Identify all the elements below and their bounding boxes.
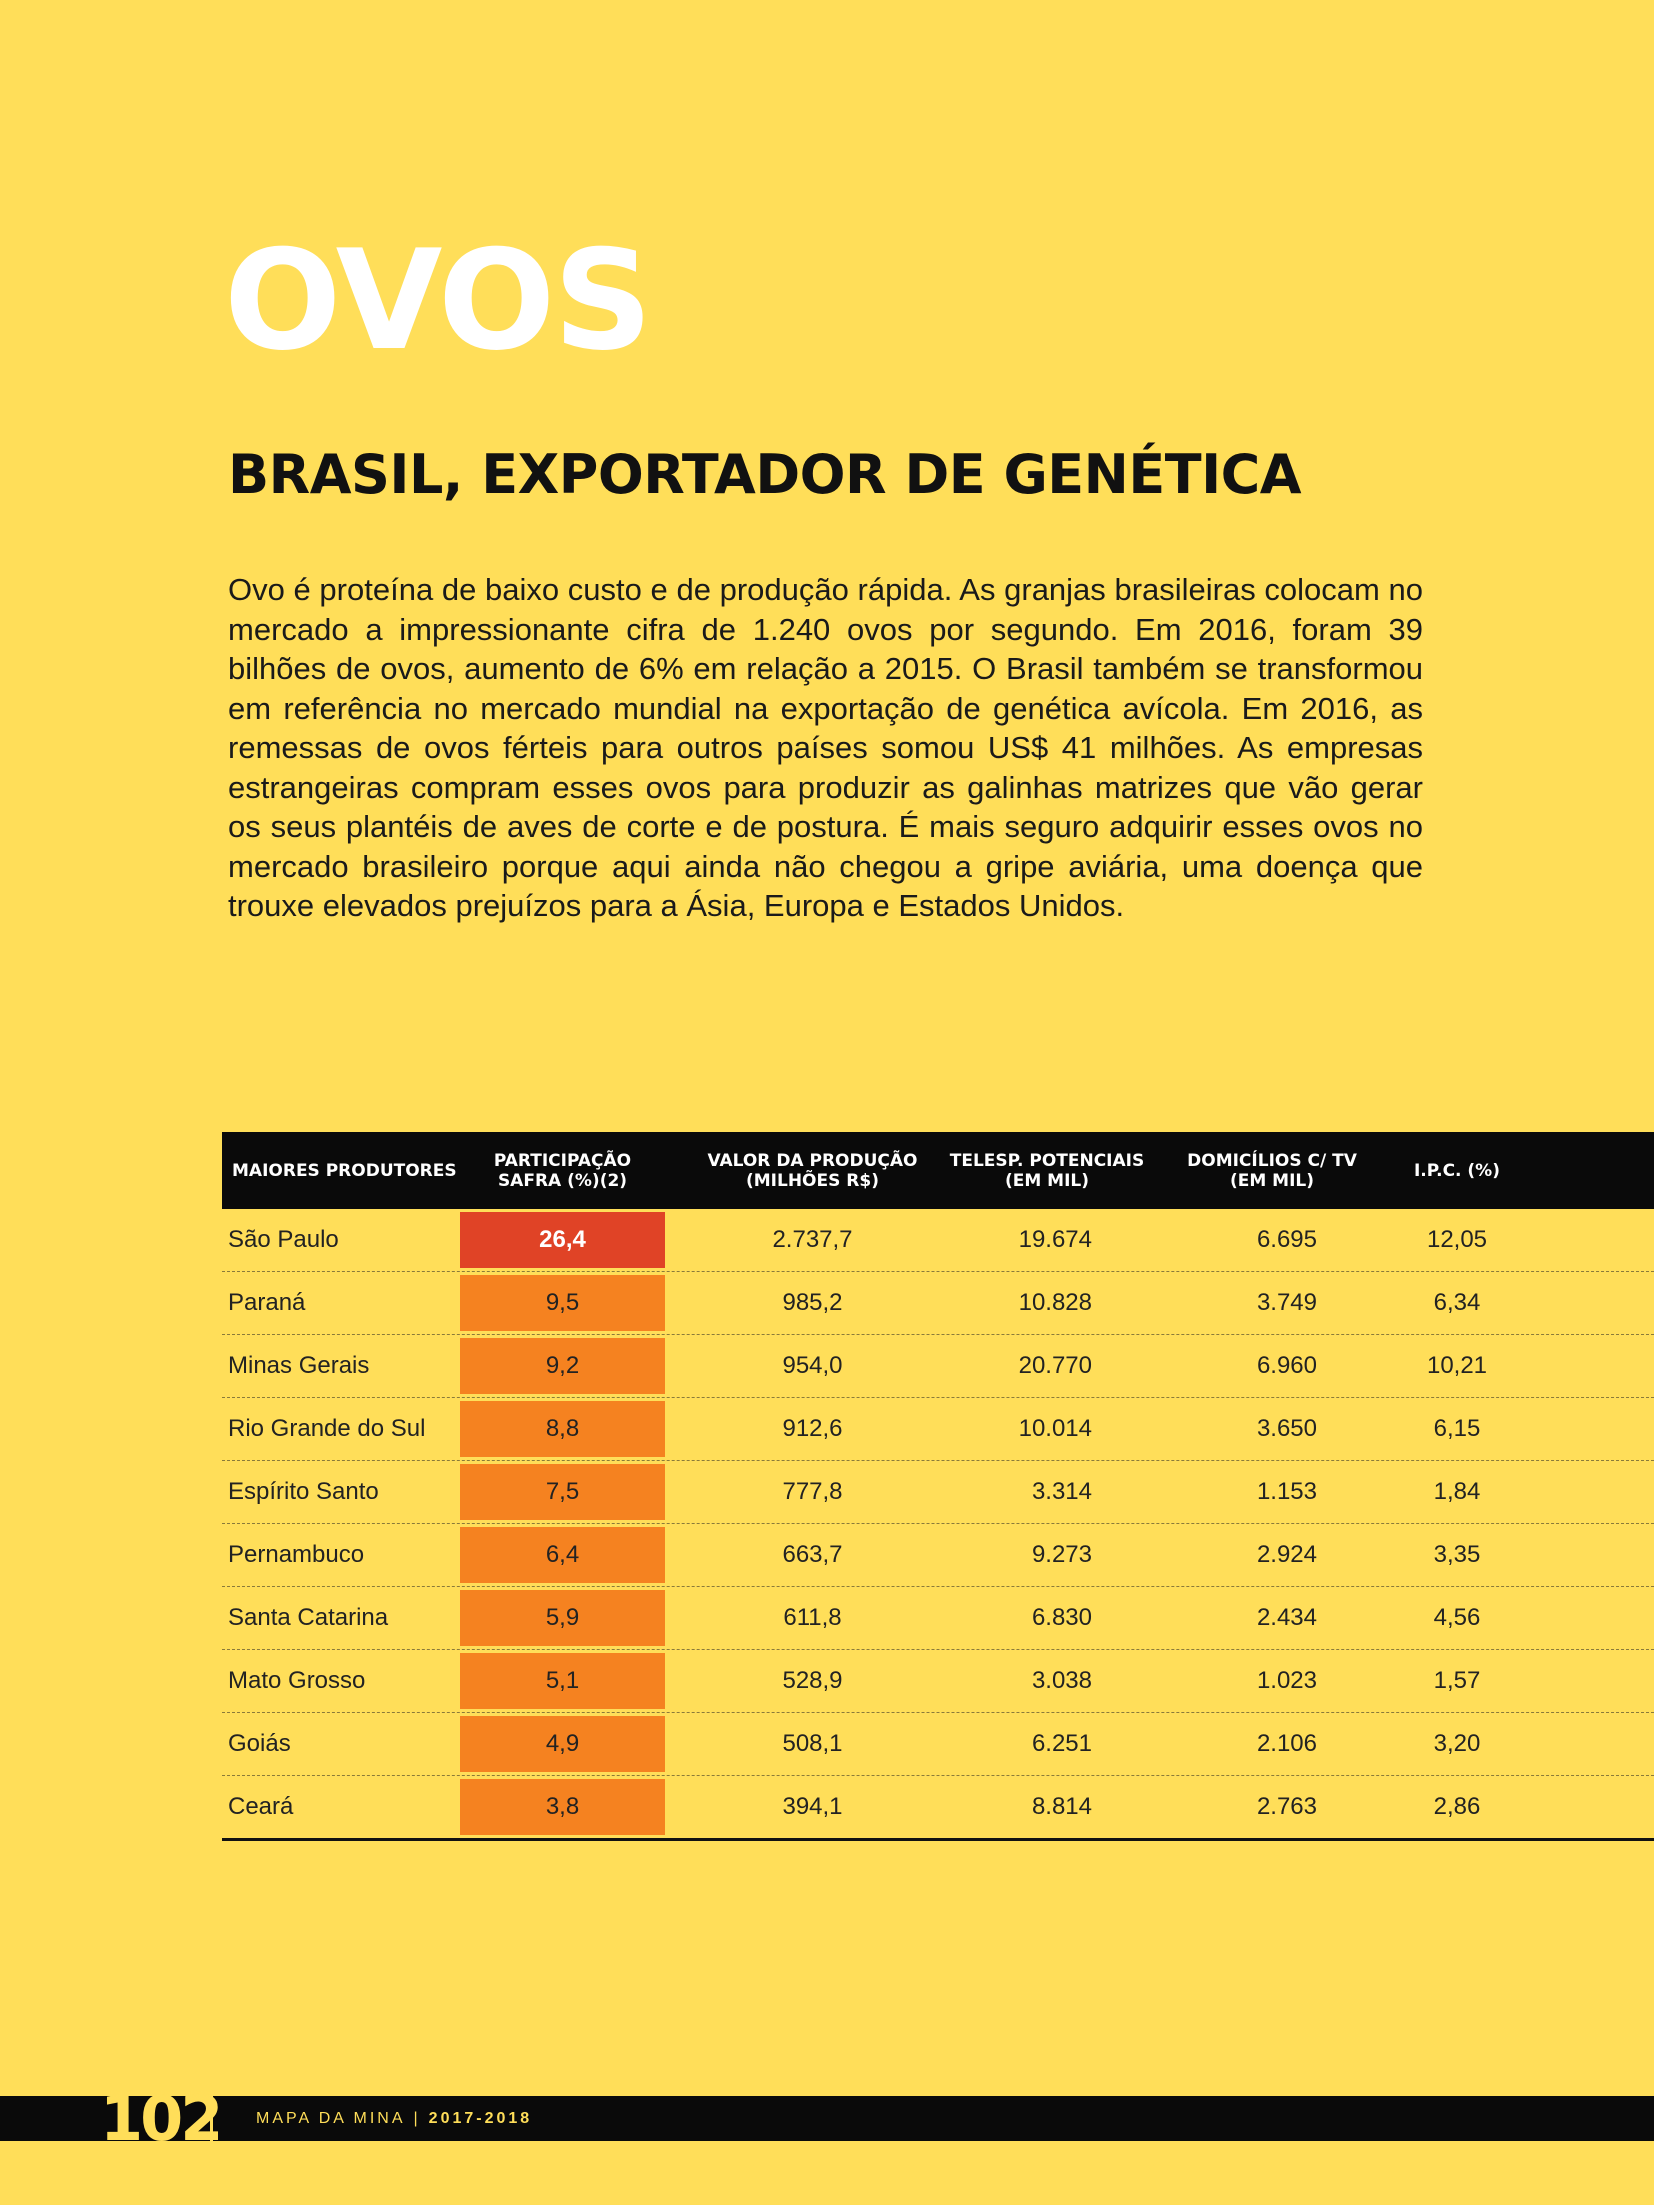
cell-telesp-potenciais: 3.038 [1031,1667,1092,1694]
publication-separator: | [413,2109,421,2127]
cell-ipc: 2,86 [1433,1793,1481,1820]
header-valor-producao: VALOR DA PRODUÇÃO (MILHÕES R$) [707,1150,918,1191]
cell-telesp-potenciais: 6.830 [1031,1604,1092,1631]
table-row: Rio Grande do Sul 8,8 912,6 10.014 3.650 6,15 [222,1398,1654,1461]
table-body: São Paulo 26,4 2.737,7 19.674 6.695 12,05 Para… [222,1209,1654,1838]
page-number: 102 [100,2082,223,2155]
table-row: Ceará 3,8 394,1 8.814 2.763 2,86 [222,1776,1654,1838]
footer-bar [0,2096,1654,2141]
publication-name: MAPA DA MINA [256,2109,406,2127]
cell-participacao-safra: 26,4 [460,1212,665,1268]
cell-ipc: 3,20 [1433,1730,1481,1757]
cell-domicilios-tv: 6.695 [1256,1226,1317,1253]
cell-valor-producao: 394,1 [782,1793,843,1820]
footer-publication: MAPA DA MINA | 2017-2018 [256,2096,532,2141]
cell-ipc: 1,57 [1433,1667,1481,1694]
cell-telesp-potenciais: 19.674 [1018,1226,1092,1253]
cell-domicilios-tv: 6.960 [1256,1352,1317,1379]
section-title: OVOS [224,220,653,381]
table-header: MAIORES PRODUTORES PARTICIPAÇÃO SAFRA (%… [222,1132,1654,1209]
cell-domicilios-tv: 2.434 [1256,1604,1317,1631]
cell-domicilios-tv: 2.106 [1256,1730,1317,1757]
cell-ipc: 10,21 [1426,1352,1488,1379]
cell-participacao-safra: 9,5 [460,1275,665,1331]
cell-state-name: Minas Gerais [228,1352,370,1379]
cell-state-name: Ceará [228,1793,294,1820]
cell-valor-producao: 528,9 [782,1667,843,1694]
table-row: Paraná 9,5 985,2 10.828 3.749 6,34 [222,1272,1654,1335]
table-row: Pernambuco 6,4 663,7 9.273 2.924 3,35 [222,1524,1654,1587]
cell-domicilios-tv: 3.749 [1256,1289,1317,1316]
cell-valor-producao: 912,6 [782,1415,843,1442]
header-participacao-safra: PARTICIPAÇÃO SAFRA (%)(2) [493,1150,632,1191]
cell-participacao-safra: 5,9 [460,1590,665,1646]
table-row: Goiás 4,9 508,1 6.251 2.106 3,20 [222,1713,1654,1776]
article-headline: BRASIL, EXPORTADOR DE GENÉTICA [228,443,1302,506]
cell-valor-producao: 954,0 [782,1352,843,1379]
article-body: Ovo é proteína de baixo custo e de produ… [228,572,1423,923]
cell-state-name: Mato Grosso [228,1667,366,1694]
cell-telesp-potenciais: 20.770 [1018,1352,1092,1379]
cell-participacao-safra: 7,5 [460,1464,665,1520]
table-row: Mato Grosso 5,1 528,9 3.038 1.023 1,57 [222,1650,1654,1713]
table-row: Santa Catarina 5,9 611,8 6.830 2.434 4,56 [222,1587,1654,1650]
cell-ipc: 6,34 [1433,1289,1481,1316]
cell-state-name: Rio Grande do Sul [228,1415,426,1442]
producers-table: MAIORES PRODUTORES PARTICIPAÇÃO SAFRA (%… [222,1132,1654,1841]
table-row: Minas Gerais 9,2 954,0 20.770 6.960 10,21 [222,1335,1654,1398]
cell-state-name: Paraná [228,1289,306,1316]
cell-domicilios-tv: 2.763 [1256,1793,1317,1820]
cell-telesp-potenciais: 3.314 [1031,1478,1092,1505]
cell-valor-producao: 985,2 [782,1289,843,1316]
cell-telesp-potenciais: 10.828 [1018,1289,1092,1316]
table-row: Espírito Santo 7,5 777,8 3.314 1.153 1,84 [222,1461,1654,1524]
cell-participacao-safra: 8,8 [460,1401,665,1457]
cell-telesp-potenciais: 10.014 [1018,1415,1092,1442]
cell-telesp-potenciais: 8.814 [1031,1793,1092,1820]
cell-valor-producao: 611,8 [783,1604,842,1631]
cell-domicilios-tv: 1.153 [1256,1478,1317,1505]
table-row: São Paulo 26,4 2.737,7 19.674 6.695 12,05 [222,1209,1654,1272]
cell-participacao-safra: 9,2 [460,1338,665,1394]
cell-domicilios-tv: 2.924 [1256,1541,1317,1568]
cell-ipc: 4,56 [1433,1604,1481,1631]
publication-year: 2017-2018 [428,2109,533,2127]
cell-state-name: Espírito Santo [228,1478,379,1505]
cell-valor-producao: 2.737,7 [772,1226,853,1253]
cell-telesp-potenciais: 9.273 [1031,1541,1092,1568]
cell-state-name: Goiás [228,1730,291,1757]
cell-participacao-safra: 3,8 [460,1779,665,1835]
cell-valor-producao: 508,1 [782,1730,843,1757]
footer-divider [210,2096,213,2141]
cell-state-name: São Paulo [228,1226,339,1253]
header-domicilios-tv: DOMICÍLIOS C/ TV (EM MIL) [1187,1150,1357,1191]
cell-valor-producao: 777,8 [782,1478,843,1505]
cell-participacao-safra: 5,1 [460,1653,665,1709]
cell-state-name: Santa Catarina [228,1604,389,1631]
header-maiores-produtores: MAIORES PRODUTORES [232,1160,457,1181]
cell-participacao-safra: 6,4 [460,1527,665,1583]
cell-state-name: Pernambuco [228,1541,365,1568]
cell-ipc: 1,84 [1433,1478,1481,1505]
header-ipc: I.P.C. (%) [1413,1160,1500,1181]
cell-telesp-potenciais: 6.251 [1031,1730,1092,1757]
cell-participacao-safra: 4,9 [460,1716,665,1772]
cell-ipc: 3,35 [1433,1541,1481,1568]
cell-ipc: 12,05 [1426,1226,1488,1253]
cell-valor-producao: 663,7 [782,1541,843,1568]
cell-domicilios-tv: 3.650 [1256,1415,1317,1442]
header-telesp-potenciais: TELESP. POTENCIAIS (EM MIL) [949,1150,1145,1191]
cell-domicilios-tv: 1.023 [1256,1667,1317,1694]
cell-ipc: 6,15 [1433,1415,1481,1442]
